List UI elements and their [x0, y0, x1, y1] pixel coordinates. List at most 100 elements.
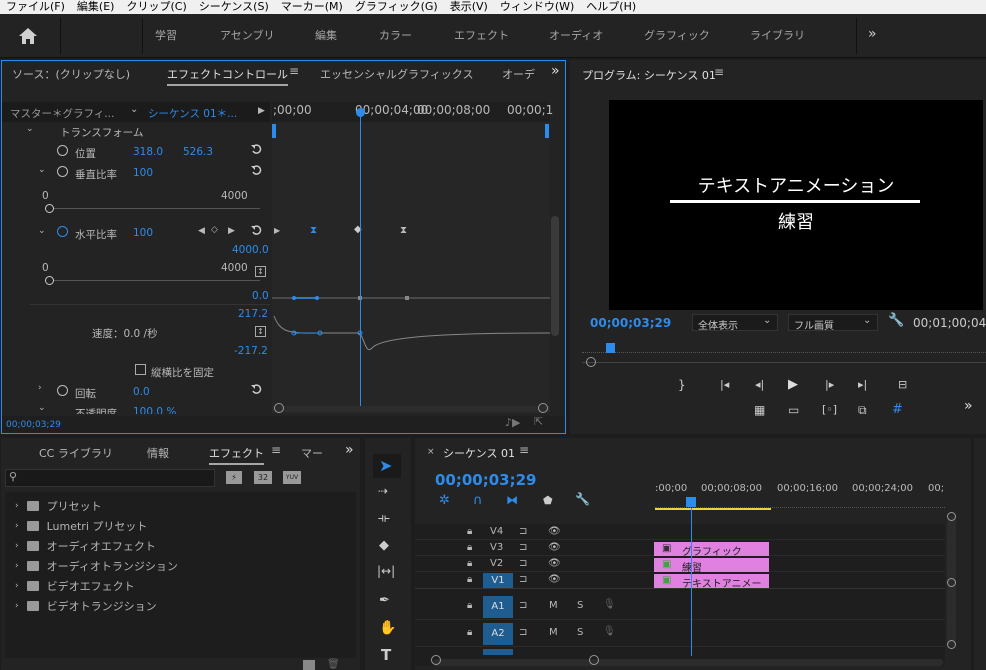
- snap-icon[interactable]: ✲: [439, 493, 450, 508]
- keyframe-ease-icon[interactable]: ⧗: [310, 225, 317, 236]
- more-tabs-icon[interactable]: »: [345, 442, 354, 458]
- export-icon[interactable]: ⇱: [534, 415, 543, 428]
- workspace-tab-libraries[interactable]: ライブラリ: [750, 27, 805, 43]
- reset-icon[interactable]: [251, 165, 263, 176]
- lock-icon[interactable]: 🔒︎: [467, 600, 472, 611]
- slip-tool-icon[interactable]: |↔|: [377, 564, 395, 578]
- scroll-handle[interactable]: [274, 403, 284, 413]
- tab-source[interactable]: ソース：(クリップなし): [12, 66, 130, 82]
- workspace-tab-learning[interactable]: 学習: [155, 27, 177, 43]
- microphone-icon[interactable]: 🎙︎: [603, 599, 616, 610]
- track-a2[interactable]: 🔒︎ A2 ⊐ M S 🎙︎: [415, 621, 945, 647]
- workspace-tab-color[interactable]: カラー: [379, 27, 412, 43]
- slider-handle[interactable]: [45, 204, 54, 213]
- position-x-value[interactable]: 318.0: [133, 146, 163, 158]
- eye-icon[interactable]: 👁︎: [548, 558, 561, 569]
- playhead-handle[interactable]: [356, 108, 365, 117]
- reset-icon[interactable]: [251, 225, 263, 236]
- workspace-tab-effects[interactable]: エフェクト: [454, 27, 509, 43]
- accelerated-effects-icon[interactable]: ⚡: [226, 471, 242, 484]
- previous-keyframe-icon[interactable]: ◀: [198, 226, 205, 236]
- vertical-scrollbar[interactable]: [551, 216, 559, 336]
- opacity-value[interactable]: 100.0 %: [133, 406, 176, 414]
- magnet-icon[interactable]: ∩: [473, 493, 483, 508]
- workspace-tab-graphics[interactable]: グラフィック: [644, 27, 710, 43]
- workspace-tab-audio[interactable]: オーディオ: [549, 27, 603, 43]
- lock-icon[interactable]: 🔒︎: [467, 558, 472, 569]
- mark-out-icon[interactable]: }: [678, 378, 686, 392]
- add-marker-icon[interactable]: ⬟: [543, 494, 553, 507]
- effects-folder-presets[interactable]: › プリセット: [15, 498, 102, 514]
- play-icon[interactable]: ▶: [788, 377, 798, 392]
- menu-help[interactable]: ヘルプ(H): [580, 0, 642, 14]
- program-monitor-title[interactable]: プログラム: シーケンス 01: [582, 67, 716, 83]
- quality-select[interactable]: フル画質 ⌄: [788, 314, 878, 332]
- linked-selection-icon[interactable]: ⧓: [506, 493, 518, 507]
- program-scrollbar[interactable]: [582, 362, 986, 363]
- chevron-down-icon[interactable]: ⌄: [38, 165, 46, 175]
- timeline-title[interactable]: シーケンス 01: [443, 445, 515, 461]
- mute-button[interactable]: M: [549, 600, 558, 611]
- tab-markers[interactable]: マー: [301, 445, 323, 461]
- hand-tool-icon[interactable]: ✋: [379, 620, 396, 636]
- eye-icon[interactable]: 👁︎: [548, 542, 561, 553]
- timeline-ruler[interactable]: [655, 496, 945, 508]
- eye-icon[interactable]: 👁︎: [548, 574, 561, 585]
- lock-icon[interactable]: 🔒︎: [467, 542, 472, 553]
- lock-icon[interactable]: 🔒︎: [467, 574, 472, 585]
- sync-lock-icon[interactable]: ⊐: [519, 558, 527, 569]
- scale-horizontal-slider-track[interactable]: [50, 280, 260, 281]
- grid-icon[interactable]: #: [892, 402, 903, 417]
- panel-menu-icon[interactable]: ≡: [714, 65, 724, 79]
- microphone-icon[interactable]: 🎙︎: [603, 626, 616, 637]
- program-timecode[interactable]: 00;00;03;29: [590, 316, 671, 330]
- safe-margins-icon[interactable]: ▭: [788, 403, 799, 417]
- tab-effect-controls[interactable]: エフェクトコントロール: [167, 66, 288, 86]
- chevron-right-icon[interactable]: ›: [38, 383, 42, 393]
- wrench-icon[interactable]: 🔧: [888, 313, 904, 328]
- lock-icon[interactable]: 🔒︎: [467, 526, 472, 537]
- scroll-handle[interactable]: [947, 512, 956, 521]
- sync-lock-icon[interactable]: ⊐: [519, 526, 527, 537]
- track-select-tool-icon[interactable]: ⇢: [378, 484, 388, 498]
- slider-handle[interactable]: [45, 276, 54, 285]
- timeline-horizontal-scrollbar[interactable]: [433, 659, 943, 666]
- graph-fit-icon[interactable]: ↕: [255, 266, 266, 277]
- vr-icon[interactable]: [◦]: [822, 403, 837, 416]
- menu-window[interactable]: ウィンドウ(W): [494, 0, 580, 14]
- graph-fit-icon[interactable]: ↕: [255, 326, 266, 337]
- tab-cc-libraries[interactable]: CC ライブラリ: [39, 445, 113, 461]
- timeline-timecode[interactable]: 00;00;03;29: [435, 471, 537, 489]
- tab-essential-graphics[interactable]: エッセンシャルグラフィックス: [320, 66, 473, 82]
- home-icon[interactable]: [18, 27, 38, 45]
- scroll-handle[interactable]: [538, 403, 548, 413]
- comparison-icon[interactable]: ⧉: [858, 403, 867, 418]
- solo-button[interactable]: S: [577, 627, 583, 638]
- reset-icon[interactable]: [251, 384, 263, 395]
- keyframe-ease-icon[interactable]: ⧗: [400, 225, 407, 236]
- track-v4[interactable]: 🔒︎ V4 ⊐ 👁︎: [415, 525, 945, 540]
- next-keyframe-icon[interactable]: ▶: [228, 226, 235, 236]
- mute-button[interactable]: M: [549, 627, 558, 638]
- stopwatch-icon[interactable]: [57, 385, 68, 396]
- menu-clip[interactable]: クリップ(C): [120, 0, 192, 14]
- effects-folder-audio-transitions[interactable]: › オーディオトランジション: [15, 558, 178, 574]
- panel-menu-icon[interactable]: ≡: [519, 443, 529, 457]
- scale-vertical-slider-track[interactable]: [50, 208, 260, 209]
- razor-tool-icon[interactable]: ◆: [379, 538, 389, 553]
- panel-menu-icon[interactable]: ≡: [271, 443, 281, 457]
- timeline-settings-icon[interactable]: 🔧: [575, 492, 590, 506]
- program-video-frame[interactable]: テキストアニメーション 練習: [609, 100, 983, 310]
- rotation-value[interactable]: 0.0: [133, 386, 150, 398]
- keyframe-area[interactable]: [272, 122, 550, 414]
- tab-audio-clip-mixer[interactable]: オーデ: [502, 66, 535, 82]
- menu-view[interactable]: 表示(V): [444, 0, 494, 14]
- program-playhead[interactable]: [606, 343, 615, 353]
- scale-horizontal-value[interactable]: 100: [133, 227, 153, 239]
- lock-icon[interactable]: 🔒︎: [467, 627, 472, 638]
- menu-sequence[interactable]: シーケンス(S): [193, 0, 275, 14]
- more-controls-icon[interactable]: »: [964, 398, 973, 414]
- chevron-down-icon[interactable]: ⌄: [38, 226, 46, 236]
- scroll-handle[interactable]: [586, 357, 596, 367]
- ripple-edit-tool-icon[interactable]: ⟛: [378, 511, 390, 526]
